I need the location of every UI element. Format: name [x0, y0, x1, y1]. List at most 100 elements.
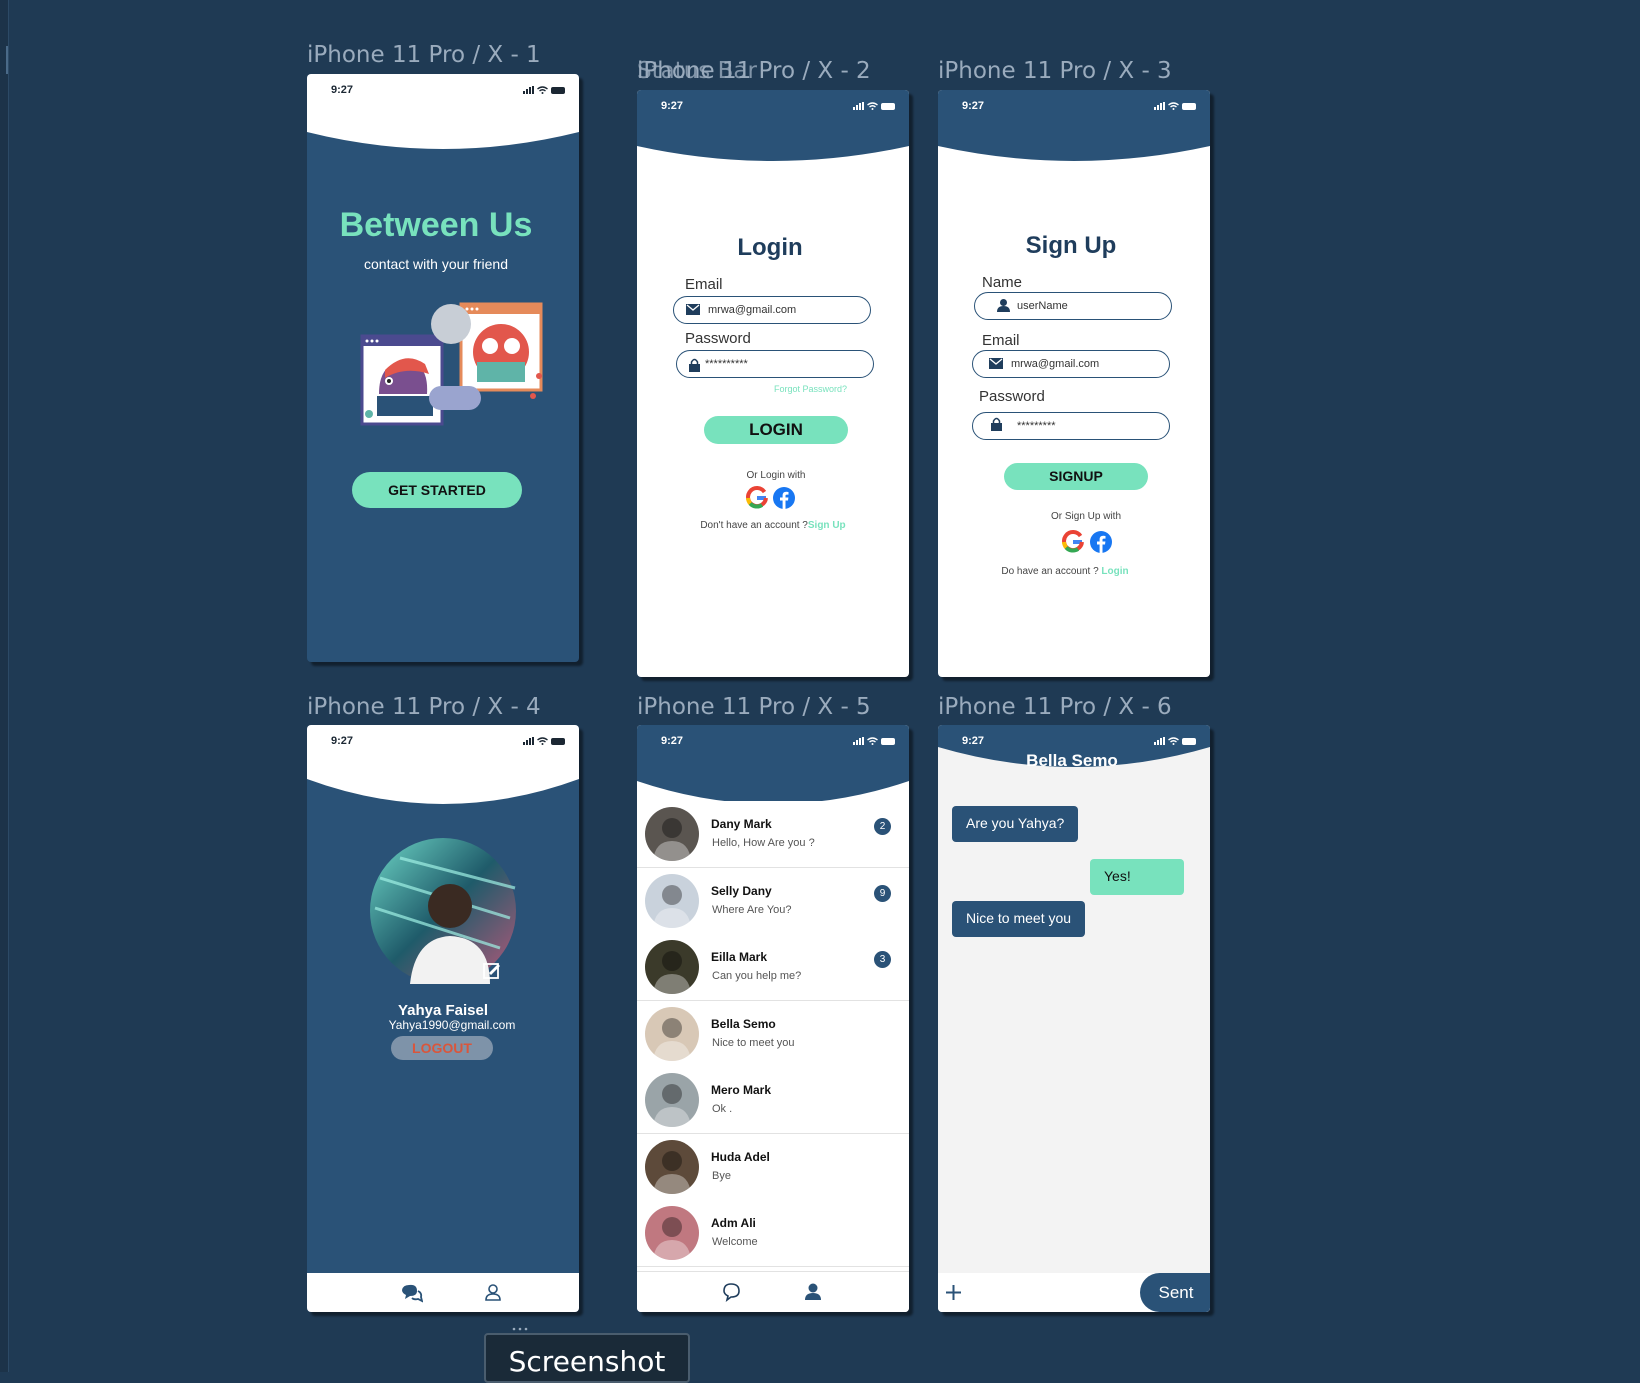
send-button[interactable]: Sent [1140, 1273, 1210, 1312]
conversation-title: Bella Semo [1026, 751, 1118, 770]
more-dots-icon[interactable] [511, 1318, 529, 1331]
status-bar: 9:27 [637, 90, 909, 124]
email-label: Email [982, 332, 1020, 349]
contact-avatar [645, 1139, 699, 1194]
password-value: ********* [1017, 420, 1056, 432]
or-login-text: Or Login with [746, 470, 806, 481]
login-screen: 9:27 Login Email mrwa@gmail.com Password… [637, 90, 909, 677]
profile-email: Yahya1990@gmail.com [388, 1018, 516, 1032]
or-signup-text: Or Sign Up with [1050, 511, 1122, 522]
last-message: Where Are You? [712, 903, 792, 916]
name-label: Name [982, 274, 1023, 291]
facebook-icon[interactable] [1090, 531, 1112, 553]
chat-list-item[interactable]: Selly Dany Where Are You? 9 [637, 867, 909, 935]
profile-icon[interactable] [805, 1283, 821, 1300]
frame-label-3[interactable]: iPhone 11 Pro / X - 3 [938, 58, 1172, 84]
tooltip-text: Screenshot [508, 1345, 666, 1378]
signup-link[interactable]: Sign Up [808, 520, 846, 531]
no-account-row: Don't have an account ?Sign Up [637, 520, 909, 531]
lock-icon [689, 358, 700, 372]
contact-name: Dany Mark [711, 817, 772, 831]
status-icons [1154, 102, 1196, 110]
contact-avatar [645, 807, 699, 861]
email-field[interactable]: mrwa@gmail.com [673, 296, 871, 324]
plus-icon[interactable] [946, 1285, 961, 1300]
last-message: Bye [712, 1169, 731, 1182]
get-started-button[interactable]: GET STARTED [352, 472, 522, 508]
email-label: Email [685, 276, 723, 293]
bottom-nav [307, 1273, 579, 1312]
profile-icon[interactable] [485, 1284, 501, 1301]
wifi-icon [867, 737, 878, 745]
signal-icon [523, 737, 534, 745]
chat-list-item[interactable]: Dany Mark Hello, How Are you ? 2 [637, 801, 909, 868]
battery-icon [881, 738, 895, 745]
name-field[interactable]: userName [974, 292, 1172, 320]
frame-label-2-overlay: Status Bar [637, 58, 757, 84]
google-icon[interactable] [1061, 530, 1085, 554]
contact-name: Bella Semo [711, 1016, 776, 1031]
edit-icon[interactable] [483, 961, 501, 979]
frame-label-5[interactable]: iPhone 11 Pro / X - 5 [637, 694, 871, 720]
contact-avatar [645, 873, 699, 928]
chat-list-item[interactable]: Huda Adel Bye [637, 1133, 909, 1201]
message-input-bar[interactable]: Sent [938, 1273, 1210, 1312]
unread-badge: 9 [874, 884, 891, 902]
last-message: Ok . [712, 1103, 733, 1115]
login-button[interactable]: LOGIN [704, 416, 848, 444]
facebook-icon[interactable] [773, 487, 795, 509]
last-message: Can you help me? [712, 970, 802, 982]
signal-icon [523, 86, 534, 94]
status-time: 9:27 [661, 735, 684, 747]
app-subtitle: contact with your friend [364, 256, 508, 272]
message-bubble-received: Nice to meet you [952, 901, 1086, 937]
mail-icon [989, 358, 1003, 369]
status-icons [523, 737, 565, 745]
signal-icon [1154, 737, 1165, 745]
frame-label-1[interactable]: iPhone 11 Pro / X - 1 [307, 42, 541, 68]
chat-list-item[interactable]: Adm Ali Welcome [637, 1200, 909, 1267]
login-title: Login [737, 234, 803, 261]
battery-icon [551, 738, 565, 745]
message-bubble-received: Are you Yahya? [952, 806, 1079, 842]
contact-name: Adm Ali [711, 1216, 756, 1230]
contact-avatar [645, 1206, 699, 1260]
password-field[interactable]: ********* [972, 412, 1170, 440]
password-field[interactable]: ********** [676, 350, 874, 378]
email-field[interactable]: mrwa@gmail.com [972, 350, 1170, 378]
screenshot-tooltip: Screenshot [484, 1333, 690, 1383]
logout-button[interactable]: LOGOUT [391, 1036, 493, 1060]
have-account-row: Do have an account ? Login [938, 566, 1192, 577]
battery-icon [1182, 738, 1196, 745]
status-icons [523, 86, 565, 94]
signup-button[interactable]: SIGNUP [1004, 463, 1148, 490]
chat-illustration [360, 302, 543, 426]
forgot-password-link[interactable]: Forgot Password? [774, 384, 847, 394]
frame-label-6[interactable]: iPhone 11 Pro / X - 6 [938, 694, 1172, 720]
status-time: 9:27 [962, 735, 985, 747]
unread-badge: 2 [874, 818, 891, 835]
chat-list-item[interactable]: Eilla Mark Can you help me? 3 [637, 934, 909, 1001]
email-value: mrwa@gmail.com [708, 304, 797, 316]
status-icons [1154, 737, 1196, 745]
profile-screen: 9:27 Yahya Faisel Yahya1990@gmail.com LO… [307, 725, 579, 1312]
chat-icon[interactable] [722, 1282, 742, 1302]
status-bar: 9:27 [938, 90, 1210, 124]
wifi-icon [1168, 102, 1179, 110]
signal-icon [853, 102, 864, 110]
no-account-text: Don't have an account ? [700, 520, 808, 531]
frame-label-4[interactable]: iPhone 11 Pro / X - 4 [307, 694, 541, 720]
canvas-left-edge [0, 0, 9, 1372]
chat-list-item[interactable]: Mero Mark Ok . [637, 1067, 909, 1134]
contact-name: Mero Mark [711, 1083, 772, 1097]
wifi-icon [867, 102, 878, 110]
lock-icon [991, 417, 1002, 431]
chat-icon[interactable] [401, 1283, 423, 1303]
google-icon[interactable] [745, 486, 769, 510]
wifi-icon [537, 737, 548, 745]
chat-list-item[interactable]: Bella Semo Nice to meet you [637, 1000, 909, 1068]
password-label: Password [685, 330, 751, 347]
status-time: 9:27 [331, 84, 354, 96]
login-link[interactable]: Login [1101, 566, 1128, 577]
unread-badge: 3 [874, 951, 891, 968]
